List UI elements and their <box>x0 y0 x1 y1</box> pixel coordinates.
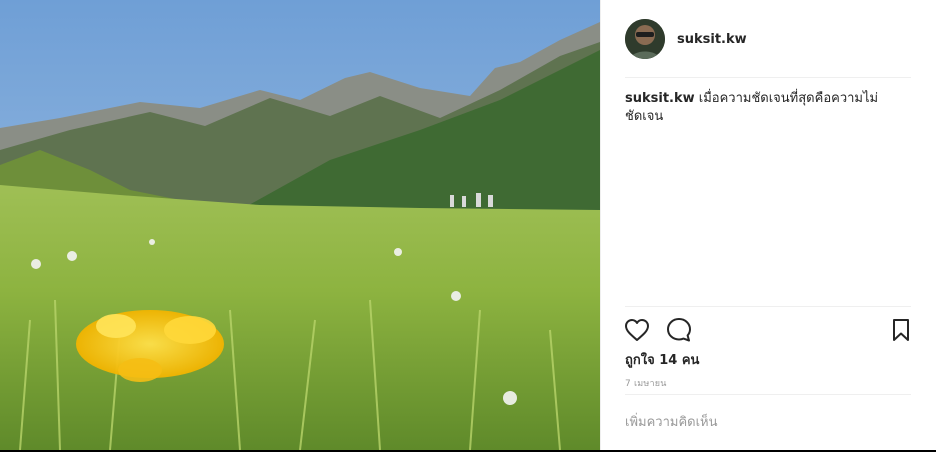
action-bar <box>623 316 913 344</box>
post-caption: suksit.kw เมื่อความชัดเจนที่สุดคือความไม… <box>625 90 915 126</box>
likes-count[interactable]: ถูกใจ 14 คน <box>625 349 699 370</box>
avatar[interactable] <box>625 19 665 59</box>
divider <box>625 306 911 307</box>
like-button[interactable] <box>623 316 651 344</box>
landscape-image <box>0 0 600 450</box>
divider <box>625 394 911 395</box>
post-date[interactable]: 7 เมษายน <box>625 376 667 390</box>
divider <box>625 77 911 78</box>
username-link[interactable]: suksit.kw <box>677 32 747 47</box>
comment-icon <box>667 318 691 342</box>
bookmark-icon <box>893 319 909 341</box>
post-viewer: suksit.kw suksit.kw เมื่อความชัดเจนที่สุ… <box>0 0 936 452</box>
post-photo[interactable] <box>0 0 600 450</box>
post-sidebar: suksit.kw suksit.kw เมื่อความชัดเจนที่สุ… <box>600 0 936 450</box>
save-button[interactable] <box>887 316 915 344</box>
post-header: suksit.kw <box>625 18 911 60</box>
caption-username[interactable]: suksit.kw <box>625 91 695 106</box>
comment-input[interactable] <box>625 408 911 436</box>
heart-icon <box>625 319 649 341</box>
avatar-image <box>625 19 665 59</box>
comment-button[interactable] <box>665 316 693 344</box>
